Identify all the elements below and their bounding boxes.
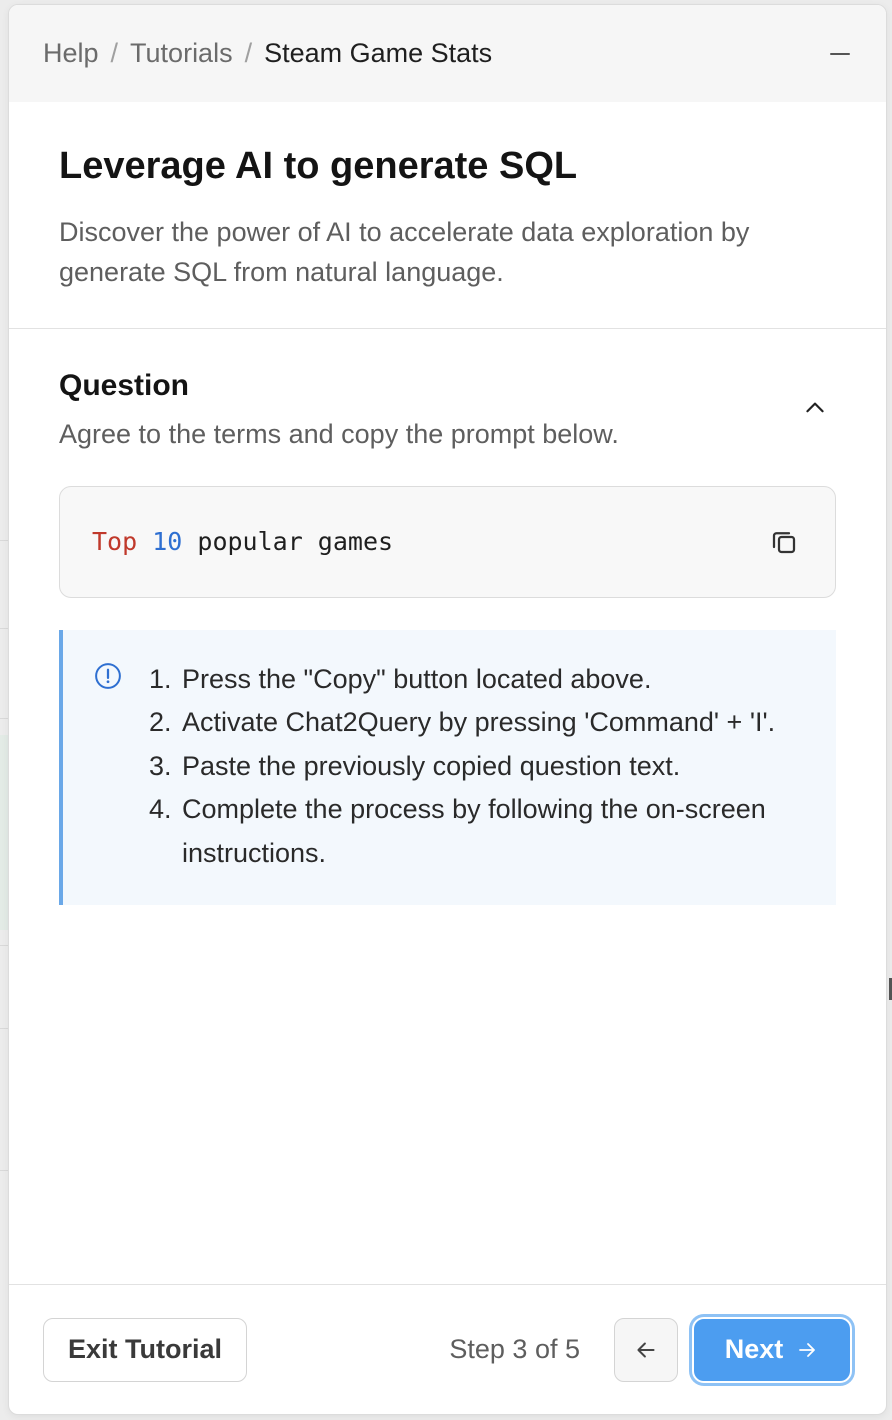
breadcrumb-current: Steam Game Stats (264, 38, 493, 68)
instructions-callout: 1. Press the "Copy" button located above… (59, 629, 836, 906)
breadcrumb-help[interactable]: Help (43, 38, 99, 69)
next-button[interactable]: Next (692, 1316, 852, 1383)
question-heading: Question (59, 368, 190, 402)
list-item: 2. Activate Chat2Query by pressing 'Comm… (149, 707, 776, 738)
breadcrumb-tutorials[interactable]: Tutorials (130, 38, 233, 69)
previous-button[interactable] (614, 1317, 678, 1382)
question-section: Question Agree to the terms and copy the… (9, 329, 886, 906)
instruction-list: 1. Press the "Copy" button located above… (149, 658, 796, 876)
copy-icon[interactable] (769, 527, 799, 557)
minimize-icon[interactable] (828, 42, 852, 66)
step-indicator: Step 3 of 5 (449, 1334, 580, 1364)
page-description: Discover the power of AI to accelerate d… (59, 216, 750, 287)
panel-header: Help / Tutorials / Steam Game Stats (9, 5, 886, 102)
list-item: 1. Press the "Copy" button located above… (149, 663, 652, 694)
tutorial-panel: Help / Tutorials / Steam Game Stats Leve… (8, 4, 887, 1415)
panel-footer: Exit Tutorial Step 3 of 5 Next (9, 1284, 886, 1414)
prompt-text: popular games (197, 527, 394, 557)
breadcrumb-separator: / (110, 38, 119, 68)
next-button-label: Next (724, 1334, 784, 1364)
arrow-right-icon (799, 1342, 816, 1357)
question-subtitle: Agree to the terms and copy the prompt b… (59, 418, 619, 449)
breadcrumb-separator: / (244, 38, 253, 68)
arrow-left-icon (637, 1342, 655, 1357)
chevron-up-icon[interactable] (802, 395, 828, 421)
intro-section: Leverage AI to generate SQL Discover the… (9, 102, 886, 329)
prompt-keyword: Top (92, 527, 138, 557)
page-title: Leverage AI to generate SQL (59, 145, 578, 187)
info-circle-icon (95, 662, 121, 689)
exit-tutorial-button[interactable]: Exit Tutorial (43, 1317, 248, 1382)
breadcrumb: Help / Tutorials / Steam Game Stats (43, 38, 492, 69)
prompt-box: Top 10 popular games (59, 485, 836, 598)
prompt-code: Top 10 popular games (92, 527, 393, 556)
list-item: 3. Paste the previously copied question … (149, 750, 681, 781)
prompt-number: 10 (152, 527, 183, 557)
list-item: 4. Complete the process by following the… (149, 794, 766, 868)
